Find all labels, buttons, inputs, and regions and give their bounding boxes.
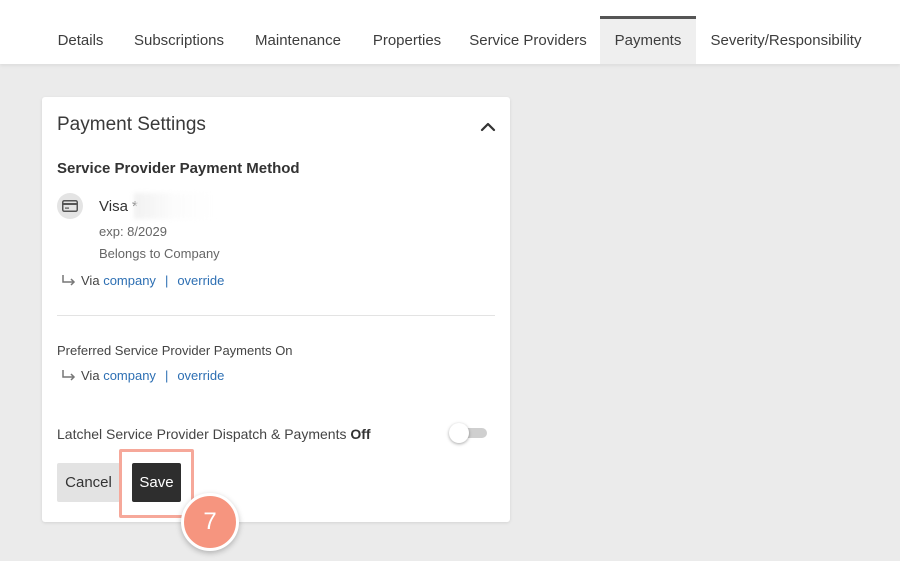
latchel-dispatch-toggle[interactable]: [449, 423, 487, 443]
card-title: Payment Settings: [57, 114, 206, 135]
preferred-payments-label: Preferred Service Provider Payments On: [57, 343, 293, 358]
company-link[interactable]: company: [103, 273, 156, 288]
payment-settings-card: Payment Settings Service Provider Paymen…: [42, 97, 510, 522]
return-arrow-icon: [62, 369, 76, 381]
company-link[interactable]: company: [103, 368, 156, 383]
override-link[interactable]: override: [177, 273, 224, 288]
tab-bar: Details Subscriptions Maintenance Proper…: [0, 0, 900, 64]
card-expiry: exp: 8/2029: [99, 224, 167, 239]
payment-method-via-row: Via company | override: [61, 273, 224, 288]
return-arrow-icon: [62, 274, 76, 286]
link-separator: |: [164, 273, 169, 288]
latchel-dispatch-state: Off: [350, 426, 371, 442]
latchel-dispatch-label: Latchel Service Provider Dispatch & Paym…: [57, 426, 371, 442]
save-button[interactable]: Save: [132, 463, 181, 502]
payment-method-heading: Service Provider Payment Method: [57, 160, 300, 177]
latchel-dispatch-text: Latchel Service Provider Dispatch & Paym…: [57, 426, 347, 442]
chevron-up-icon[interactable]: [476, 115, 500, 139]
cancel-button[interactable]: Cancel: [57, 463, 120, 502]
divider: [57, 315, 495, 316]
tab-severity-responsibility[interactable]: Severity/Responsibility: [702, 16, 870, 64]
preferred-payments-via-row: Via company | override: [61, 368, 224, 383]
tab-details[interactable]: Details: [47, 16, 114, 64]
tab-payments[interactable]: Payments: [600, 16, 696, 64]
redacted-card-number: [134, 193, 214, 219]
tab-service-providers[interactable]: Service Providers: [461, 16, 595, 64]
tab-subscriptions[interactable]: Subscriptions: [124, 16, 234, 64]
link-separator: |: [164, 368, 169, 383]
tab-properties[interactable]: Properties: [362, 16, 452, 64]
via-label: Via: [81, 273, 100, 288]
via-label: Via: [81, 368, 100, 383]
toggle-knob: [449, 423, 469, 443]
tab-maintenance[interactable]: Maintenance: [244, 16, 352, 64]
credit-card-icon: [57, 193, 83, 219]
card-brand: Visa *: [99, 198, 138, 215]
override-link[interactable]: override: [177, 368, 224, 383]
card-owner: Belongs to Company: [99, 246, 220, 261]
step-number-badge: 7: [181, 493, 239, 551]
